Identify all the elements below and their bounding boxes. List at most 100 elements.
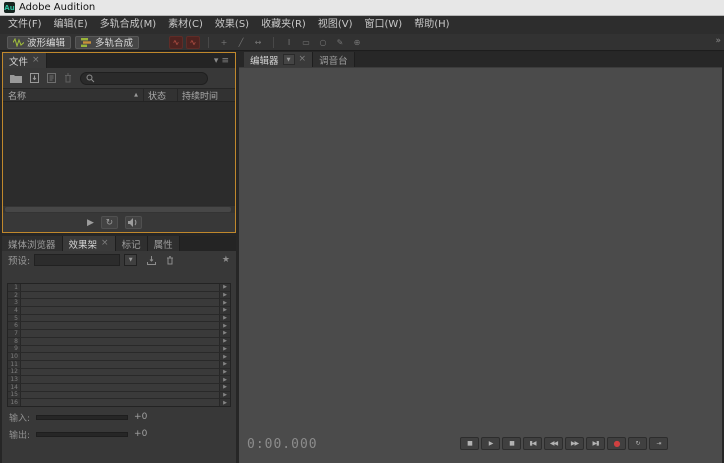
new-item-icon[interactable] (47, 73, 56, 83)
menu-item[interactable]: 视图(V) (312, 16, 359, 34)
menu-item[interactable]: 文件(F) (2, 16, 48, 34)
rack-slot-arrow-icon[interactable]: ▶ (219, 376, 230, 383)
rack-slot[interactable] (21, 376, 219, 383)
menu-item[interactable]: 效果(S) (209, 16, 255, 34)
rack-slot-arrow-icon[interactable]: ▶ (219, 353, 230, 360)
skip-selection-button[interactable]: ⇥ (649, 437, 668, 450)
rack-slot[interactable] (21, 345, 219, 353)
rack-slot[interactable] (21, 314, 219, 322)
menu-item[interactable]: 编辑(E) (48, 16, 94, 34)
column-status[interactable]: 状态 (143, 89, 177, 102)
rack-slot[interactable] (21, 368, 219, 376)
tab-files-close-icon[interactable]: × (32, 56, 40, 65)
menu-item[interactable]: 素材(C) (162, 16, 209, 34)
razor-tool-icon[interactable]: ╱ (234, 36, 248, 49)
rack-slot[interactable] (21, 391, 219, 399)
rack-slot-arrow-icon[interactable]: ▶ (219, 307, 230, 314)
menu-item[interactable]: 帮助(H) (408, 16, 455, 34)
files-search-box[interactable] (80, 71, 208, 85)
rack-slot[interactable] (21, 383, 219, 391)
rack-slot-arrow-icon[interactable]: ▶ (219, 299, 230, 307)
favorite-star-icon[interactable]: ★ (222, 255, 230, 265)
spectral-frequency-display-icon[interactable]: ∿ (169, 35, 184, 49)
column-duration[interactable]: 持续时间 (177, 89, 235, 102)
rewind-button[interactable]: ◀◀ (544, 437, 563, 450)
waveform-editor-button[interactable]: 波形编辑 (7, 35, 72, 49)
rack-slot-arrow-icon[interactable]: ▶ (219, 314, 230, 322)
rack-slot-arrow-icon[interactable]: ▶ (219, 345, 230, 353)
rack-slot-arrow-icon[interactable]: ▶ (219, 284, 230, 291)
rack-slot[interactable] (21, 330, 219, 337)
paintbrush-tool-icon[interactable]: ✎ (333, 36, 347, 49)
sort-arrow-icon[interactable]: ▲ (134, 92, 138, 98)
tab-markers[interactable]: 标记 (115, 236, 148, 251)
tab-effects-rack-close-icon[interactable]: × (101, 239, 109, 248)
marquee-selection-tool-icon[interactable]: ▭ (299, 36, 313, 49)
menu-item[interactable]: 多轨合成(M) (94, 16, 162, 34)
rack-slot[interactable] (21, 399, 219, 406)
rack-slot-arrow-icon[interactable]: ▶ (219, 322, 230, 330)
play-button[interactable]: ▶ (481, 437, 500, 450)
spot-healing-brush-icon[interactable]: ⊕ (350, 36, 364, 49)
tab-editor[interactable]: 编辑器 ▼ × (244, 52, 314, 67)
save-preset-icon[interactable] (147, 255, 157, 265)
open-file-icon[interactable] (10, 74, 22, 83)
tab-mixer[interactable]: 调音台 (313, 52, 355, 67)
toolbar-overflow-icon[interactable]: » (715, 36, 721, 46)
move-to-previous-button[interactable]: ▮◀ (523, 437, 542, 450)
time-selection-tool-icon[interactable]: I (282, 36, 296, 49)
rack-slot[interactable] (21, 299, 219, 307)
editor-dropdown-icon[interactable]: ▼ (282, 54, 295, 65)
loop-preview-icon[interactable]: ↻ (100, 216, 118, 229)
preset-select[interactable] (34, 254, 121, 266)
preview-play-icon[interactable]: ▶ (87, 218, 94, 228)
rack-slot-arrow-icon[interactable]: ▶ (219, 291, 230, 299)
tab-effects-rack[interactable]: 效果架 × (62, 236, 116, 251)
input-gain-value[interactable]: +0 (134, 412, 147, 422)
rack-slot[interactable] (21, 322, 219, 330)
menu-item[interactable]: 收藏夹(R) (255, 16, 312, 34)
rack-slot-arrow-icon[interactable]: ▶ (219, 337, 230, 345)
tab-files[interactable]: 文件 × (3, 53, 47, 68)
loop-playback-button[interactable]: ↻ (628, 437, 647, 450)
rack-slot[interactable] (21, 291, 219, 299)
delete-preset-icon[interactable] (166, 255, 174, 265)
multitrack-button[interactable]: 多轨合成 (75, 35, 140, 49)
rack-slot-arrow-icon[interactable]: ▶ (219, 391, 230, 399)
rack-slot-arrow-icon[interactable]: ▶ (219, 330, 230, 337)
output-gain-value[interactable]: +0 (134, 429, 147, 439)
files-horizontal-scrollbar[interactable] (3, 205, 235, 213)
record-button[interactable]: ● (607, 437, 626, 450)
column-name[interactable]: 名称 ▲ (3, 89, 143, 102)
rack-slot[interactable] (21, 360, 219, 368)
rack-slot-arrow-icon[interactable]: ▶ (219, 383, 230, 391)
scrollbar-thumb[interactable] (5, 207, 231, 212)
auto-play-speaker-icon[interactable] (124, 216, 142, 229)
rack-slot-arrow-icon[interactable]: ▶ (219, 360, 230, 368)
rack-slot-arrow-icon[interactable]: ▶ (219, 368, 230, 376)
rack-slot[interactable] (21, 284, 219, 291)
rack-slot[interactable] (21, 353, 219, 360)
delete-item-icon[interactable] (64, 73, 72, 83)
import-file-icon[interactable] (30, 73, 39, 83)
move-to-next-button[interactable]: ▶▮ (586, 437, 605, 450)
tab-properties[interactable]: 属性 (147, 236, 180, 251)
preset-dropdown-icon[interactable]: ▼ (124, 254, 138, 266)
editor-empty-area[interactable]: 0:00.000 ■ ▶ ▮▮ ▮◀ ◀◀ ▶▶ ▶▮ ● ↻ ⇥ (239, 67, 722, 463)
tab-editor-close-icon[interactable]: × (299, 55, 307, 64)
slip-tool-icon[interactable]: ↔ (251, 36, 265, 49)
files-panel-menu[interactable]: ▾ ≡ (208, 53, 235, 68)
search-input[interactable] (99, 73, 202, 83)
menu-item[interactable]: 窗口(W) (359, 16, 409, 34)
file-list-empty[interactable] (3, 102, 235, 205)
rack-slot[interactable] (21, 307, 219, 314)
pause-button[interactable]: ▮▮ (502, 437, 521, 450)
stop-button[interactable]: ■ (460, 437, 479, 450)
spectral-pitch-display-icon[interactable]: ∿ (186, 35, 201, 49)
rack-slot[interactable] (21, 337, 219, 345)
rack-slot-arrow-icon[interactable]: ▶ (219, 399, 230, 406)
fast-forward-button[interactable]: ▶▶ (565, 437, 584, 450)
tab-media-browser[interactable]: 媒体浏览器 (2, 236, 63, 251)
move-tool-icon[interactable]: + (217, 36, 231, 49)
lasso-selection-tool-icon[interactable]: ○ (316, 36, 330, 49)
